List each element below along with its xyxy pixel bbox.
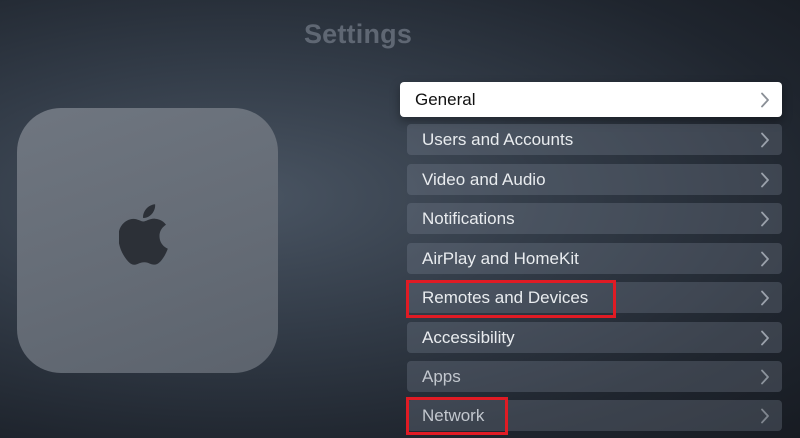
chevron-right-icon [761, 330, 769, 345]
chevron-right-icon [761, 251, 769, 266]
menu-item-video-and-audio[interactable]: Video and Audio [407, 164, 782, 195]
menu-item-label: Users and Accounts [422, 129, 574, 149]
menu-item-label: Remotes and Devices [422, 287, 589, 307]
menu-item-label: Notifications [422, 208, 515, 228]
chevron-right-icon [761, 290, 769, 305]
menu-item-label: Network [422, 405, 485, 425]
menu-item-apps[interactable]: Apps [407, 361, 782, 392]
menu-item-accessibility[interactable]: Accessibility [407, 322, 782, 353]
chevron-right-icon [761, 408, 769, 423]
chevron-right-icon [761, 369, 769, 384]
menu-item-remotes-and-devices[interactable]: Remotes and Devices [407, 282, 782, 313]
menu-item-label: Apps [422, 366, 461, 386]
menu-item-users-and-accounts[interactable]: Users and Accounts [407, 124, 782, 155]
chevron-right-icon [761, 132, 769, 147]
chevron-right-icon [761, 172, 769, 187]
menu-item-notifications[interactable]: Notifications [407, 203, 782, 234]
menu-item-label: Video and Audio [422, 169, 546, 189]
menu-item-label: General [415, 89, 476, 109]
chevron-right-icon [761, 92, 769, 107]
page-title: Settings [303, 19, 413, 49]
menu-item-label: AirPlay and HomeKit [422, 248, 579, 268]
menu-item-network[interactable]: Network [407, 400, 782, 431]
menu-item-label: Accessibility [422, 327, 515, 347]
menu-item-airplay-and-homekit[interactable]: AirPlay and HomeKit [407, 243, 782, 274]
menu-item-general[interactable]: General [400, 82, 782, 117]
chevron-right-icon [761, 211, 769, 226]
apple-logo-icon [119, 204, 168, 265]
